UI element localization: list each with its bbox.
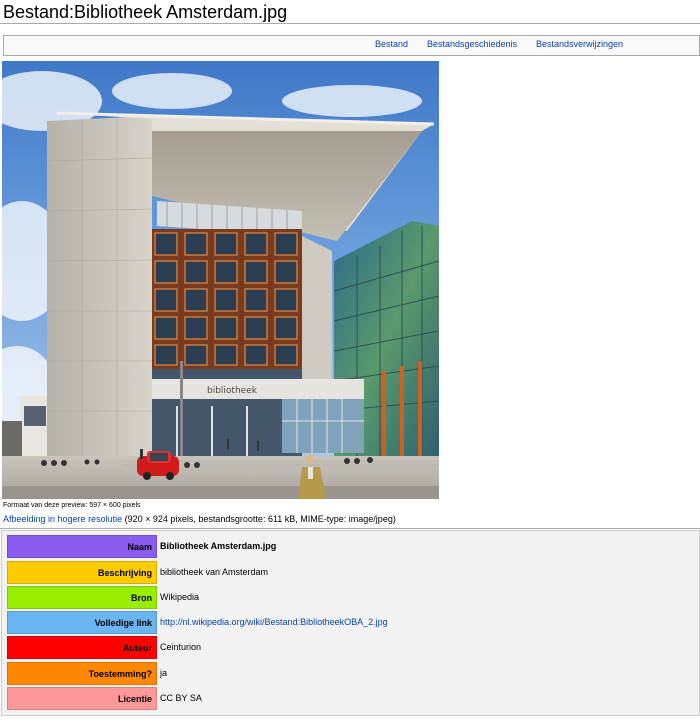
hires-link[interactable]: Afbeelding in hogere resolutie: [3, 514, 122, 524]
tab-bestandsgeschiedenis[interactable]: Bestandsgeschiedenis: [427, 39, 517, 49]
info-key: Volledige link: [7, 611, 157, 634]
source-link[interactable]: http://nl.wikipedia.org/wiki/Bestand:Bib…: [160, 617, 388, 627]
info-key: Naam: [7, 535, 157, 558]
info-row-toestemming: Toestemming? ja: [7, 662, 697, 685]
info-value: ja: [160, 668, 168, 678]
info-row-beschrijving: Beschrijving bibliotheek van Amsterdam: [7, 561, 697, 584]
tab-bestand[interactable]: Bestand: [375, 39, 408, 49]
info-row-licentie: Licentie CC BY SA: [7, 687, 697, 710]
info-row-bron: Bron Wikipedia: [7, 586, 697, 609]
info-key: Toestemming?: [7, 662, 157, 685]
info-key: Bron: [7, 586, 157, 609]
page-title: Bestand:Bibliotheek Amsterdam.jpg: [3, 2, 288, 22]
tab-bestandsverwijzingen[interactable]: Bestandsverwijzingen: [536, 39, 623, 49]
preview-size-note: Formaat van deze preview: 597 × 600 pixe…: [3, 502, 141, 509]
hires-info: Afbeelding in hogere resolutie (920 × 92…: [3, 514, 396, 524]
info-value: Bibliotheek Amsterdam.jpg: [160, 541, 277, 551]
info-row-naam: Naam Bibliotheek Amsterdam.jpg: [7, 535, 697, 558]
info-key: Beschrijving: [7, 561, 157, 584]
info-value: Wikipedia: [160, 592, 200, 602]
building-sign: bibliotheek: [207, 386, 258, 396]
info-key: Licentie: [7, 687, 157, 710]
info-value: CC BY SA: [160, 693, 202, 703]
info-divider: [0, 528, 700, 529]
info-key: Auteur: [7, 636, 157, 659]
info-value: bibliotheek van Amsterdam: [160, 567, 269, 577]
info-value: http://nl.wikipedia.org/wiki/Bestand:Bib…: [160, 611, 388, 634]
hires-details: (920 × 924 pixels, bestandsgrootte: 611 …: [122, 514, 396, 524]
info-value: Ceinturion: [160, 642, 202, 652]
file-tabs: Bestand Bestandsgeschiedenis Bestandsver…: [3, 35, 700, 56]
library-photo[interactable]: bibliotheek: [2, 61, 439, 499]
info-row-volledige-link: Volledige link http://nl.wikipedia.org/w…: [7, 611, 697, 634]
file-info-table: Naam Bibliotheek Amsterdam.jpg Beschrijv…: [1, 530, 700, 716]
title-divider: [0, 23, 700, 24]
info-row-auteur: Auteur Ceinturion: [7, 636, 697, 659]
